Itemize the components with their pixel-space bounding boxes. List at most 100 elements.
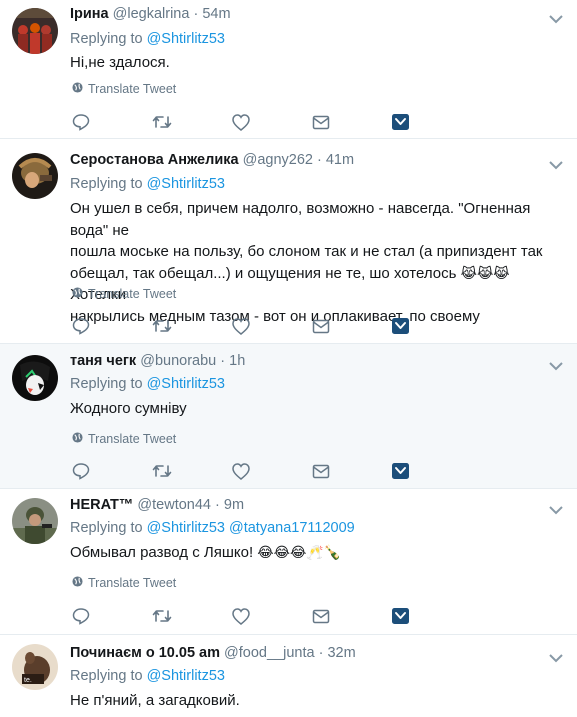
emoji: 😂😂😂🥂🍾: [257, 544, 342, 560]
translate-tweet[interactable]: Translate Tweet: [72, 432, 176, 446]
like-button[interactable]: [232, 113, 312, 131]
dm-button[interactable]: [312, 113, 392, 131]
avatar[interactable]: te.: [12, 644, 58, 690]
user-handle[interactable]: @tewton44: [137, 497, 211, 513]
mention-link[interactable]: @Shtirlitz53: [147, 376, 225, 392]
timestamp[interactable]: 41m: [326, 152, 354, 168]
activity-button[interactable]: [392, 462, 472, 480]
globe-icon: [72, 287, 83, 301]
reply-icon: [72, 317, 90, 335]
avatar[interactable]: [12, 498, 58, 544]
globe-icon: [72, 432, 83, 446]
like-button[interactable]: [232, 607, 312, 625]
tweet-text: Обмывал развод с Ляшко! 😂😂😂🥂🍾: [70, 542, 559, 564]
tweet-text: Не п'яний, а загадковий.: [70, 692, 240, 709]
replying-to: Replying to @Shtirlitz53 @tatyana1711200…: [70, 520, 355, 536]
translate-label: Translate Tweet: [88, 82, 177, 96]
translate-tweet[interactable]: Translate Tweet: [72, 287, 176, 301]
timestamp[interactable]: 1h: [229, 353, 245, 369]
user-handle[interactable]: @food__junta: [224, 645, 315, 661]
tweet[interactable]: Ірина @legkalrina · 54m Replying to @Sht…: [0, 0, 577, 139]
replying-to: Replying to @Shtirlitz53: [70, 668, 225, 684]
tweet-text: Ні,не здалося.: [70, 54, 170, 71]
retweet-icon: [152, 608, 172, 624]
display-name[interactable]: HERAT™: [70, 497, 133, 513]
tweet-header: Починаєм о 10.05 am @food__junta · 32m: [70, 645, 356, 661]
tweet[interactable]: te. Починаєм о 10.05 am @food__junta · 3…: [0, 635, 577, 717]
reply-button[interactable]: [72, 113, 152, 131]
like-button[interactable]: [232, 317, 312, 335]
retweet-button[interactable]: [152, 607, 232, 625]
dm-icon: [312, 115, 330, 130]
caret-down-icon[interactable]: [549, 11, 563, 24]
avatar[interactable]: [12, 355, 58, 401]
avatar[interactable]: [12, 153, 58, 199]
replying-prefix: Replying to: [70, 176, 143, 192]
user-handle[interactable]: @bunorabu: [140, 353, 216, 369]
globe-icon: [72, 576, 83, 590]
translate-tweet[interactable]: Translate Tweet: [72, 82, 176, 96]
separator-dot: ·: [220, 353, 226, 369]
tweet[interactable]: таня чегк @bunorabu · 1h Replying to @Sh…: [0, 344, 577, 489]
tweet-header: Серостанова Анжелика @agny262 · 41m: [70, 152, 354, 168]
tweet-text-line: пошла моське на пользу, бо слоном так и …: [70, 243, 543, 260]
replying-to: Replying to @Shtirlitz53: [70, 376, 225, 392]
caret-down-icon[interactable]: [549, 650, 563, 663]
like-button[interactable]: [232, 462, 312, 480]
like-icon: [232, 113, 250, 131]
tweet-header: HERAT™ @tewton44 · 9m: [70, 497, 244, 513]
activity-button[interactable]: [392, 317, 472, 335]
user-handle[interactable]: @legkalrina: [113, 6, 190, 22]
retweet-icon: [152, 463, 172, 479]
reply-icon: [72, 462, 90, 480]
mention-link[interactable]: @tatyana17112009: [229, 520, 355, 536]
display-name[interactable]: таня чегк: [70, 353, 136, 369]
dm-button[interactable]: [312, 607, 392, 625]
tweet[interactable]: Серостанова Анжелика @agny262 · 41m Repl…: [0, 139, 577, 344]
tweet-text-line: Он ушел в себя, причем надолго, возможно…: [70, 200, 531, 239]
tweet-header: Ірина @legkalrina · 54m: [70, 6, 231, 22]
dm-button[interactable]: [312, 317, 392, 335]
caret-down-icon[interactable]: [549, 502, 563, 515]
dm-icon: [312, 319, 330, 334]
avatar[interactable]: [12, 8, 58, 54]
separator-dot: ·: [316, 152, 322, 168]
separator-dot: ·: [193, 6, 199, 22]
mention-link[interactable]: @Shtirlitz53: [147, 176, 225, 192]
activity-button[interactable]: [392, 113, 472, 131]
caret-down-icon[interactable]: [549, 157, 563, 170]
mention-link[interactable]: @Shtirlitz53: [147, 31, 225, 47]
activity-icon: [392, 463, 409, 479]
replying-prefix: Replying to: [70, 376, 143, 392]
tweet-actions: [72, 113, 472, 131]
dm-button[interactable]: [312, 462, 392, 480]
mention-link[interactable]: @Shtirlitz53: [147, 520, 225, 536]
reply-button[interactable]: [72, 462, 152, 480]
like-icon: [232, 317, 250, 335]
display-name[interactable]: Серостанова Анжелика: [70, 152, 239, 168]
translate-tweet[interactable]: Translate Tweet: [72, 576, 176, 590]
display-name[interactable]: Починаєм о 10.05 am: [70, 645, 220, 661]
timestamp[interactable]: 9m: [224, 497, 244, 513]
dm-icon: [312, 609, 330, 624]
activity-button[interactable]: [392, 607, 472, 625]
tweet-text-fragment: Обмывал развод с Ляшко!: [70, 544, 254, 561]
timestamp[interactable]: 32m: [327, 645, 355, 661]
display-name[interactable]: Ірина: [70, 6, 109, 22]
retweet-button[interactable]: [152, 462, 232, 480]
retweet-button[interactable]: [152, 113, 232, 131]
user-handle[interactable]: @agny262: [243, 152, 313, 168]
reply-button[interactable]: [72, 317, 152, 335]
tweet[interactable]: HERAT™ @tewton44 · 9m Replying to @Shtir…: [0, 489, 577, 635]
caret-down-icon[interactable]: [549, 358, 563, 371]
reply-button[interactable]: [72, 607, 152, 625]
timestamp[interactable]: 54m: [202, 6, 230, 22]
tweet-text-fragment: обещал, так обещал...) и ощущения не те,…: [70, 264, 457, 282]
mention-link[interactable]: @Shtirlitz53: [147, 668, 225, 684]
separator-dot: ·: [215, 497, 220, 513]
activity-icon: [392, 608, 409, 624]
emoji: 😹😹😹: [460, 264, 510, 281]
replying-to: Replying to @Shtirlitz53: [70, 31, 225, 47]
tweet-feed: Ірина @legkalrina · 54m Replying to @Sht…: [0, 0, 577, 717]
retweet-button[interactable]: [152, 317, 232, 335]
